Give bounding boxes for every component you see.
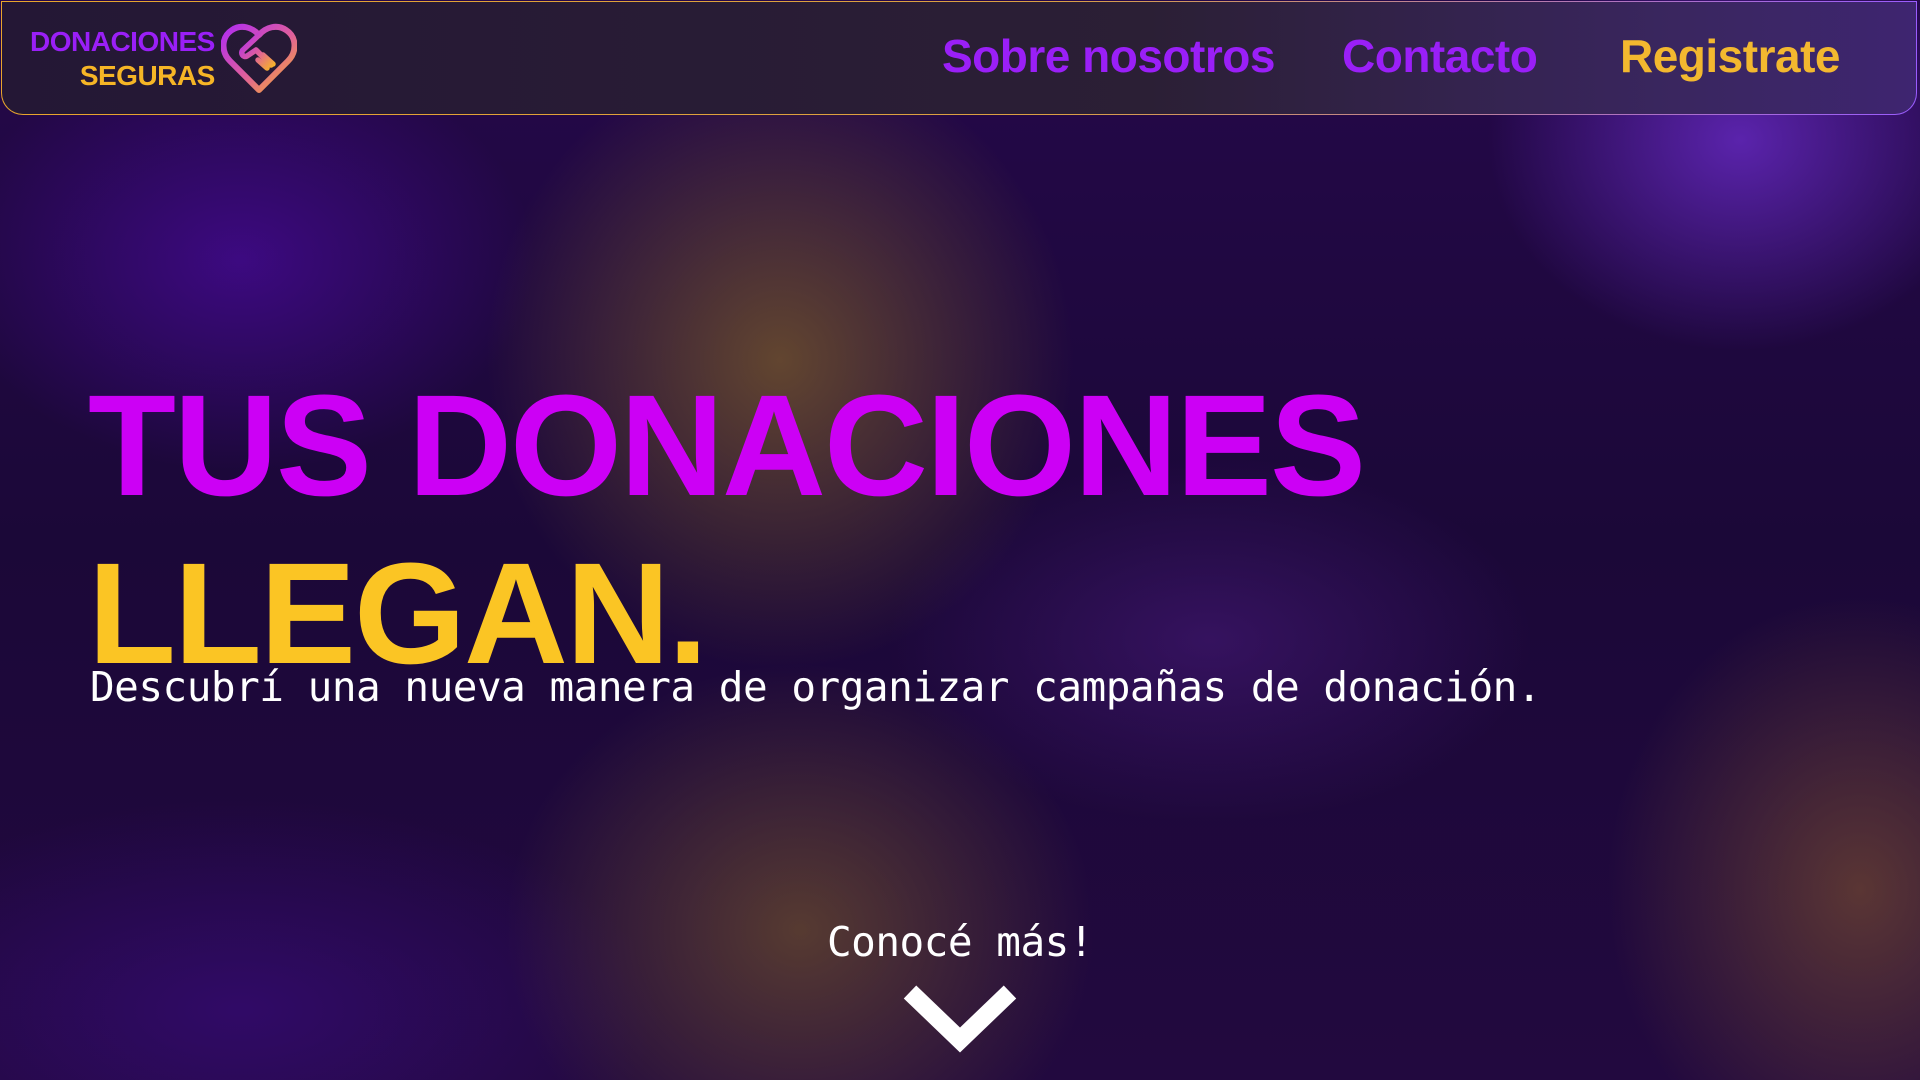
logo-line-1: DONACIONES <box>30 26 215 57</box>
logo-line-2: SEGURAS <box>79 60 215 91</box>
logo-wordmark: DONACIONES SEGURAS <box>30 25 215 93</box>
nav-link-register[interactable]: Registrate <box>1620 28 1840 84</box>
nav-link-contact[interactable]: Contacto <box>1342 28 1538 84</box>
hero-title-line-1: TUS DONACIONES <box>88 365 1366 527</box>
hero-subtitle: Descubrí una nueva manera de organizar c… <box>90 663 1542 711</box>
chevron-down-icon[interactable] <box>900 982 1020 1058</box>
nav-link-about[interactable]: Sobre nosotros <box>942 28 1275 84</box>
logo[interactable]: DONACIONES SEGURAS <box>30 23 297 94</box>
learn-more-link[interactable]: Conocé más! <box>760 914 1160 970</box>
site-header: DONACIONES SEGURAS Sobre nosotros Contac… <box>1 1 1917 115</box>
heart-handshake-icon <box>220 23 297 93</box>
